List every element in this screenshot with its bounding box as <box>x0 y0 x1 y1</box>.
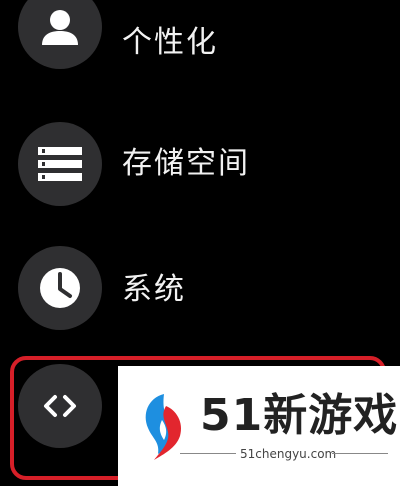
watermark-divider <box>180 453 236 454</box>
watermark-brand: 51新游戏 <box>200 390 399 441</box>
menu-item-system[interactable]: 系统 <box>0 244 400 344</box>
watermark-url: 51chengyu.com <box>240 447 337 461</box>
menu-item-label: 个性化 <box>122 25 218 60</box>
watermark-logo-icon <box>145 394 182 460</box>
menu-item-personalization[interactable]: 个性化 <box>0 0 400 100</box>
menu-item-label: 存储空间 <box>122 146 250 181</box>
menu-item-storage[interactable]: 存储空间 <box>0 118 400 218</box>
storage-list-icon <box>18 122 102 206</box>
person-icon <box>18 0 102 69</box>
clock-icon <box>18 246 102 330</box>
code-brackets-icon <box>18 364 102 448</box>
watermark-divider <box>332 453 388 454</box>
menu-item-label: 系统 <box>122 272 186 307</box>
watermark: 51新游戏 51chengyu.com <box>118 366 400 486</box>
